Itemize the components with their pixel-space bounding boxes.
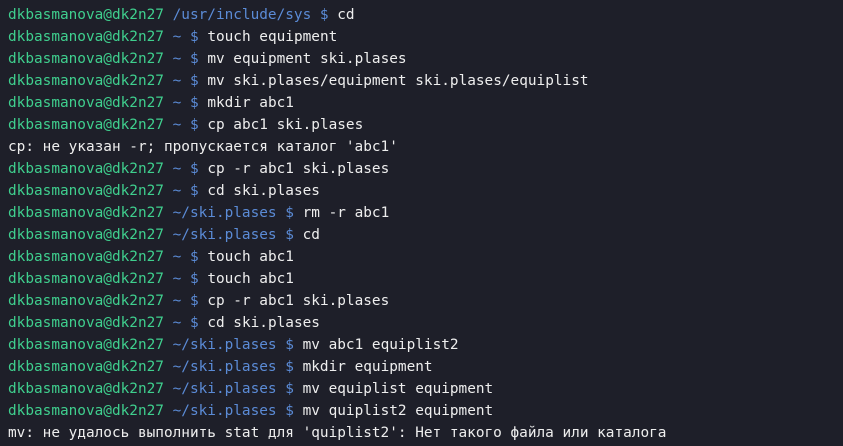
command-text: cd ski.plases [207,315,320,331]
prompt-symbol: $ [285,403,294,419]
terminal-line-7: cp: не указан -r; пропускается каталог '… [8,136,843,158]
terminal-line-6: dkbasmanova@dk2n27 ~ $ cp abc1 ski.plase… [8,114,843,136]
terminal-line-20: mv: не удалось выполнить stat для 'quipl… [8,422,843,444]
prompt-symbol: $ [189,117,199,133]
prompt-symbol: $ [319,7,329,23]
terminal-line-17: dkbasmanova@dk2n27 ~/ski.plases $ mkdir … [8,356,843,378]
terminal-line-12: dkbasmanova@dk2n27 ~ $ touch abc1 [8,246,843,268]
command-text: touch abc1 [207,271,294,287]
command-text: cp -r abc1 ski.plases [207,293,390,309]
prompt-user: dkbasmanova@dk2n27 [8,7,164,23]
command-text: mv equiplist equipment [302,381,494,397]
terminal-window[interactable]: dkbasmanova@dk2n27 /usr/include/sys $ cd… [0,0,843,446]
command-text: touch equipment [207,29,338,45]
command-output: cp: не указан -r; пропускается каталог '… [8,139,398,155]
command-text: mkdir equipment [302,359,433,375]
command-text: mv ski.plases/equipment ski.plases/equip… [207,73,589,89]
command-output: mv: не удалось выполнить stat для 'quipl… [8,425,667,441]
prompt-path: ~ [172,293,182,309]
command-text: cd [337,7,355,23]
prompt-user: dkbasmanova@dk2n27 [8,205,164,221]
terminal-line-8: dkbasmanova@dk2n27 ~ $ cp -r abc1 ski.pl… [8,158,843,180]
prompt-symbol: $ [189,51,199,67]
prompt-path: ~/ski.plases [172,227,277,243]
command-text: cp abc1 ski.plases [207,117,364,133]
prompt-symbol: $ [189,271,199,287]
prompt-path: ~ [172,183,182,199]
terminal-line-10: dkbasmanova@dk2n27 ~/ski.plases $ rm -r … [8,202,843,224]
prompt-path: ~ [172,117,182,133]
command-text: cd ski.plases [207,183,320,199]
prompt-symbol: $ [189,249,199,265]
command-text: cp -r abc1 ski.plases [207,161,390,177]
prompt-user: dkbasmanova@dk2n27 [8,29,164,45]
prompt-path: ~ [172,271,182,287]
prompt-user: dkbasmanova@dk2n27 [8,293,164,309]
prompt-user: dkbasmanova@dk2n27 [8,117,164,133]
prompt-symbol: $ [285,337,294,353]
terminal-line-2: dkbasmanova@dk2n27 ~ $ touch equipment [8,26,843,48]
terminal-line-15: dkbasmanova@dk2n27 ~ $ cd ski.plases [8,312,843,334]
prompt-symbol: $ [189,315,199,331]
terminal-line-18: dkbasmanova@dk2n27 ~/ski.plases $ mv equ… [8,378,843,400]
prompt-user: dkbasmanova@dk2n27 [8,51,164,67]
command-text: rm -r abc1 [302,205,390,221]
prompt-path: ~ [172,73,182,89]
terminal-line-3: dkbasmanova@dk2n27 ~ $ mv equipment ski.… [8,48,843,70]
prompt-path: ~ [172,161,182,177]
prompt-symbol: $ [285,381,294,397]
prompt-symbol: $ [189,73,199,89]
prompt-path: ~/ski.plases [172,403,277,419]
prompt-path: ~/ski.plases [172,337,277,353]
prompt-path: ~/ski.plases [172,205,277,221]
prompt-user: dkbasmanova@dk2n27 [8,227,164,243]
prompt-path: ~ [172,249,182,265]
prompt-symbol: $ [189,183,199,199]
terminal-line-9: dkbasmanova@dk2n27 ~ $ cd ski.plases [8,180,843,202]
prompt-user: dkbasmanova@dk2n27 [8,315,164,331]
prompt-user: dkbasmanova@dk2n27 [8,161,164,177]
prompt-user: dkbasmanova@dk2n27 [8,403,164,419]
command-text: cd [302,227,320,243]
terminal-line-14: dkbasmanova@dk2n27 ~ $ cp -r abc1 ski.pl… [8,290,843,312]
prompt-path: ~ [172,51,182,67]
prompt-user: dkbasmanova@dk2n27 [8,183,164,199]
command-text: mv quiplist2 equipment [302,403,494,419]
prompt-path: ~/ski.plases [172,359,277,375]
command-text: mv abc1 equiplist2 [302,337,459,353]
prompt-symbol: $ [285,227,294,243]
prompt-symbol: $ [189,29,199,45]
terminal-line-19: dkbasmanova@dk2n27 ~/ski.plases $ mv qui… [8,400,843,422]
prompt-symbol: $ [189,293,199,309]
prompt-user: dkbasmanova@dk2n27 [8,381,164,397]
terminal-line-11: dkbasmanova@dk2n27 ~/ski.plases $ cd [8,224,843,246]
prompt-user: dkbasmanova@dk2n27 [8,359,164,375]
terminal-line-16: dkbasmanova@dk2n27 ~/ski.plases $ mv abc… [8,334,843,356]
terminal-line-5: dkbasmanova@dk2n27 ~ $ mkdir abc1 [8,92,843,114]
prompt-symbol: $ [285,359,294,375]
prompt-user: dkbasmanova@dk2n27 [8,271,164,287]
prompt-user: dkbasmanova@dk2n27 [8,249,164,265]
prompt-path: ~/ski.plases [172,381,277,397]
prompt-user: dkbasmanova@dk2n27 [8,337,164,353]
terminal-line-4: dkbasmanova@dk2n27 ~ $ mv ski.plases/equ… [8,70,843,92]
prompt-symbol: $ [189,161,199,177]
prompt-path: /usr/include/sys [172,7,312,23]
command-text: mkdir abc1 [207,95,294,111]
prompt-user: dkbasmanova@dk2n27 [8,95,164,111]
command-text: touch abc1 [207,249,294,265]
prompt-symbol: $ [285,205,294,221]
prompt-path: ~ [172,95,182,111]
terminal-line-13: dkbasmanova@dk2n27 ~ $ touch abc1 [8,268,843,290]
prompt-path: ~ [172,29,182,45]
prompt-user: dkbasmanova@dk2n27 [8,73,164,89]
prompt-path: ~ [172,315,182,331]
prompt-symbol: $ [189,95,199,111]
terminal-line-1: dkbasmanova@dk2n27 /usr/include/sys $ cd [8,4,843,26]
command-text: mv equipment ski.plases [207,51,407,67]
